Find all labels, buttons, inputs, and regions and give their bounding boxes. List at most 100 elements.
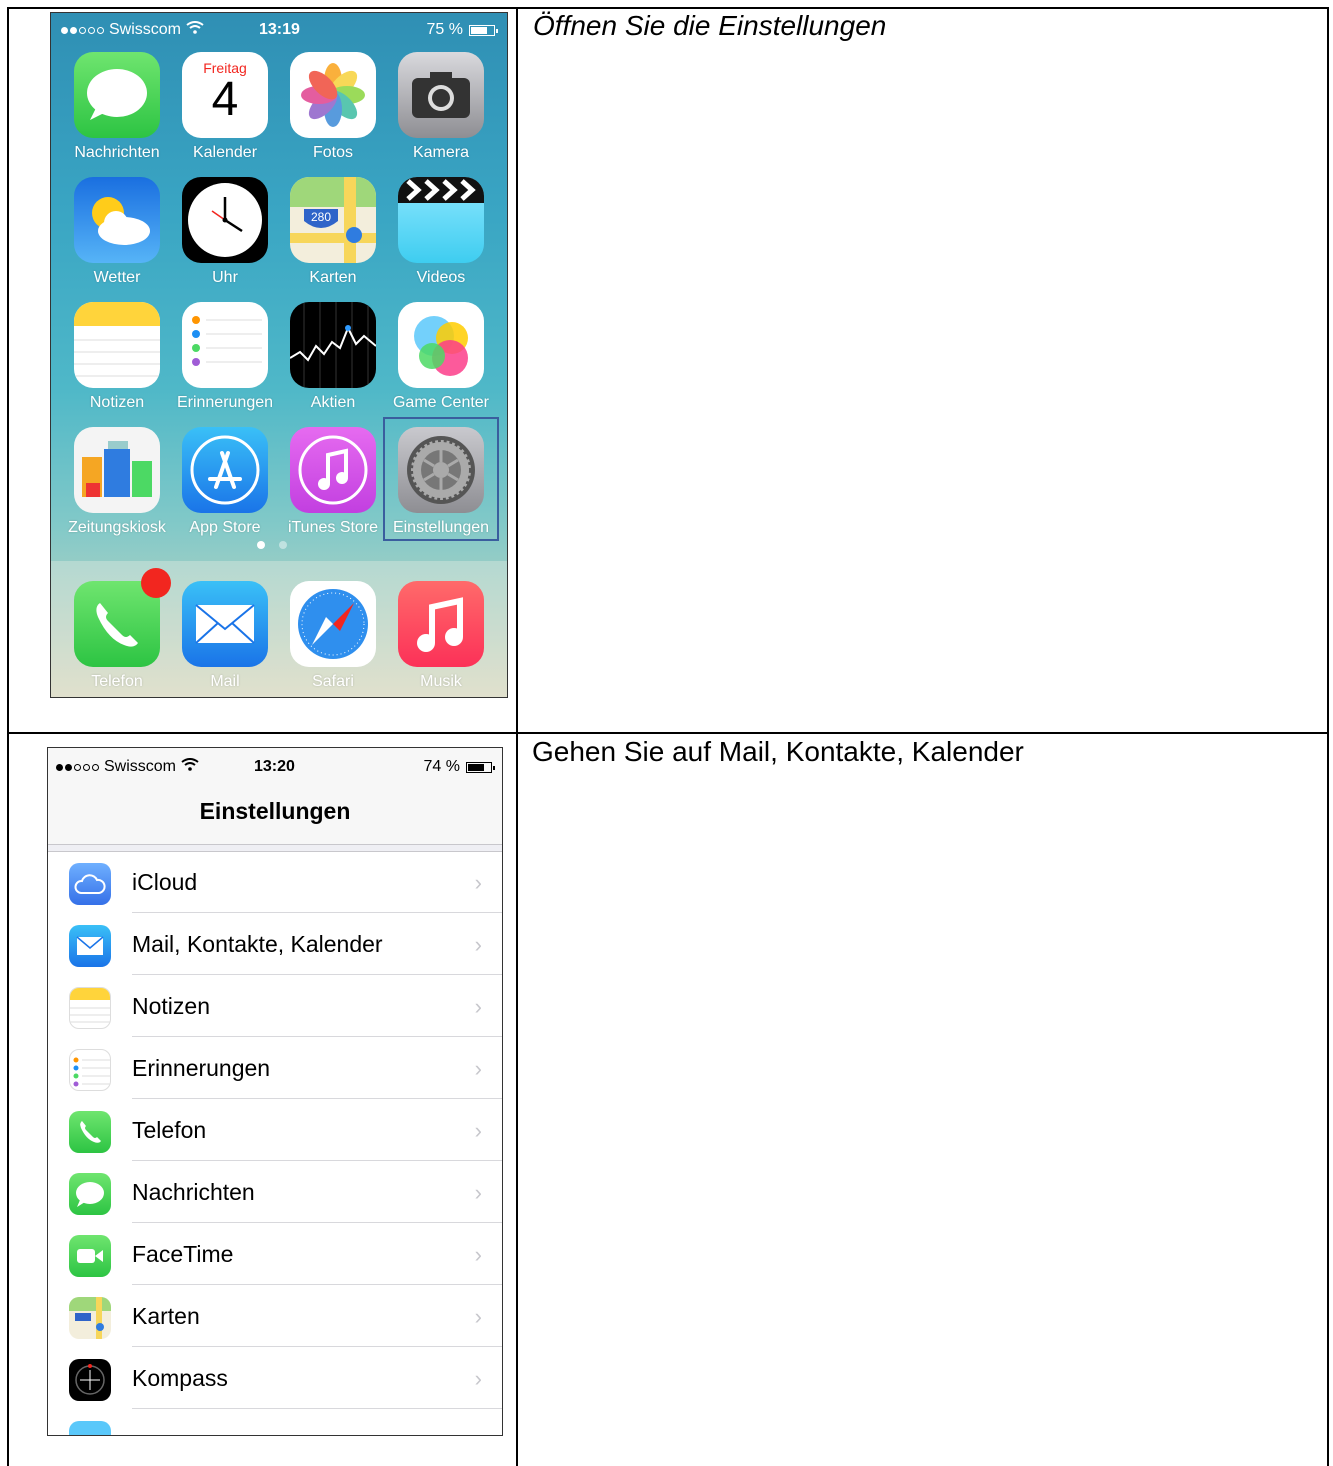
- app-label: iTunes Store: [287, 519, 379, 536]
- safari-icon: [290, 581, 376, 667]
- signal-dots-icon: [61, 26, 104, 34]
- compass-icon: [69, 1359, 111, 1401]
- settings-row-partial[interactable]: [48, 1409, 502, 1435]
- row-label: FaceTime: [132, 1241, 234, 1267]
- row-label: Erinnerungen: [132, 1055, 271, 1081]
- table-column-divider: [516, 7, 518, 1466]
- chevron-right-icon: ›: [474, 1180, 482, 1205]
- app-label: Erinnerungen: [176, 394, 274, 411]
- app-uhr[interactable]: Uhr: [171, 177, 279, 287]
- app-store-icon: [182, 427, 268, 513]
- chevron-right-icon: ›: [474, 1304, 482, 1329]
- maps-icon: 280: [290, 177, 376, 263]
- carrier-name: Swisscom: [104, 758, 177, 775]
- step2-instruction: Gehen Sie auf Mail, Kontakte, Kalender: [532, 736, 1024, 767]
- chevron-right-icon: ›: [474, 1366, 482, 1391]
- settings-row-notizen[interactable]: Notizen ›: [48, 975, 502, 1037]
- dock-musik[interactable]: Musik: [387, 581, 495, 691]
- settings-row-kompass[interactable]: Kompass ›: [48, 1347, 502, 1409]
- reminders-icon: [182, 302, 268, 388]
- app-label: Uhr: [212, 269, 238, 286]
- table-border-top: [7, 7, 1329, 9]
- table-row-divider: [7, 732, 1329, 734]
- app-label: Mail: [210, 673, 240, 690]
- camera-icon: [398, 52, 484, 138]
- app-kalender[interactable]: Freitag 4 Kalender: [171, 52, 279, 162]
- settings-row-erinnerungen[interactable]: Erinnerungen ›: [48, 1037, 502, 1099]
- settings-row-telefon[interactable]: Telefon ›: [48, 1099, 502, 1161]
- reminders-icon: [69, 1049, 111, 1091]
- dock-mail[interactable]: Mail: [171, 581, 279, 691]
- app-erinnerungen[interactable]: Erinnerungen: [171, 302, 279, 412]
- settings-row-karten[interactable]: Karten ›: [48, 1285, 502, 1347]
- app-karten[interactable]: 280 Karten: [279, 177, 387, 287]
- row-label: Nachrichten: [132, 1179, 255, 1205]
- app-aktien[interactable]: Aktien: [279, 302, 387, 412]
- maps-shield-number: 280: [311, 210, 331, 224]
- app-label: Wetter: [93, 269, 141, 286]
- chevron-right-icon: ›: [474, 932, 482, 957]
- carrier-group: Swisscom: [56, 758, 199, 776]
- app-app-store[interactable]: App Store: [171, 427, 279, 537]
- notification-badge: [141, 568, 171, 598]
- page-title: Einstellungen: [199, 798, 351, 824]
- app-label: Nachrichten: [74, 144, 160, 161]
- carrier-name: Swisscom: [109, 21, 182, 38]
- row-label: Mail, Kontakte, Kalender: [132, 931, 383, 957]
- settings-row-nachrichten[interactable]: Nachrichten ›: [48, 1161, 502, 1223]
- chevron-right-icon: ›: [474, 1118, 482, 1143]
- app-label: Safari: [312, 673, 354, 690]
- app-kamera[interactable]: Kamera: [387, 52, 495, 162]
- settings-highlight-box: [383, 417, 499, 541]
- navigation-bar: Einstellungen: [48, 782, 502, 845]
- app-label: Aktien: [310, 394, 356, 411]
- settings-screenshot: Swisscom 13:20 74 % Einstellungen iCloud…: [47, 747, 503, 1436]
- facetime-icon: [69, 1235, 111, 1277]
- battery-percent: 74 %: [423, 758, 460, 775]
- app-nachrichten[interactable]: Nachrichten: [63, 52, 171, 162]
- settings-row-icloud[interactable]: iCloud ›: [48, 851, 502, 913]
- app-wetter[interactable]: Wetter: [63, 177, 171, 287]
- mail-icon: [182, 581, 268, 667]
- app-videos[interactable]: Videos: [387, 177, 495, 287]
- app-game-center[interactable]: Game Center: [387, 302, 495, 412]
- messages-icon: [69, 1173, 111, 1215]
- signal-dots-icon: [56, 763, 99, 771]
- app-notizen[interactable]: Notizen: [63, 302, 171, 412]
- chevron-right-icon: ›: [474, 870, 482, 895]
- settings-row-mail-kontakte-kalender[interactable]: Mail, Kontakte, Kalender ›: [48, 913, 502, 975]
- battery-group: 75 %: [427, 21, 498, 39]
- clock-icon: [182, 177, 268, 263]
- wifi-icon: [186, 21, 204, 39]
- itunes-store-icon: [290, 427, 376, 513]
- wifi-icon: [181, 758, 199, 776]
- calendar-icon: Freitag 4: [182, 52, 268, 138]
- newsstand-icon: [74, 427, 160, 513]
- chevron-right-icon: ›: [474, 1056, 482, 1081]
- status-time: 13:19: [259, 21, 300, 38]
- table-border-right: [1327, 7, 1329, 1466]
- app-itunes-store[interactable]: iTunes Store: [279, 427, 387, 537]
- table-border-left: [7, 7, 9, 1466]
- status-bar: Swisscom 13:20 74 %: [48, 748, 502, 782]
- dock-safari[interactable]: Safari: [279, 581, 387, 691]
- app-label: Kamera: [412, 144, 470, 161]
- app-zeitungskiosk[interactable]: Zeitungskiosk: [63, 427, 171, 537]
- app-label: Musik: [420, 673, 462, 690]
- row-label: iCloud: [132, 869, 198, 895]
- settings-row-facetime[interactable]: FaceTime ›: [48, 1223, 502, 1285]
- page-indicator: [257, 541, 287, 549]
- notes-icon: [74, 302, 160, 388]
- game-center-icon: [398, 302, 484, 388]
- app-fotos[interactable]: Fotos: [279, 52, 387, 162]
- app-label: Notizen: [89, 394, 145, 411]
- row-label: Kompass: [132, 1365, 228, 1391]
- photos-icon: [290, 52, 376, 138]
- chevron-right-icon: ›: [474, 994, 482, 1019]
- status-time: 13:20: [254, 758, 295, 775]
- status-bar: Swisscom 13:19 75 %: [51, 13, 507, 47]
- maps-icon: [69, 1297, 111, 1339]
- step1-instruction: Öffnen Sie die Einstellungen: [533, 10, 887, 41]
- app-label: App Store: [189, 519, 261, 536]
- battery-icon: [469, 24, 498, 36]
